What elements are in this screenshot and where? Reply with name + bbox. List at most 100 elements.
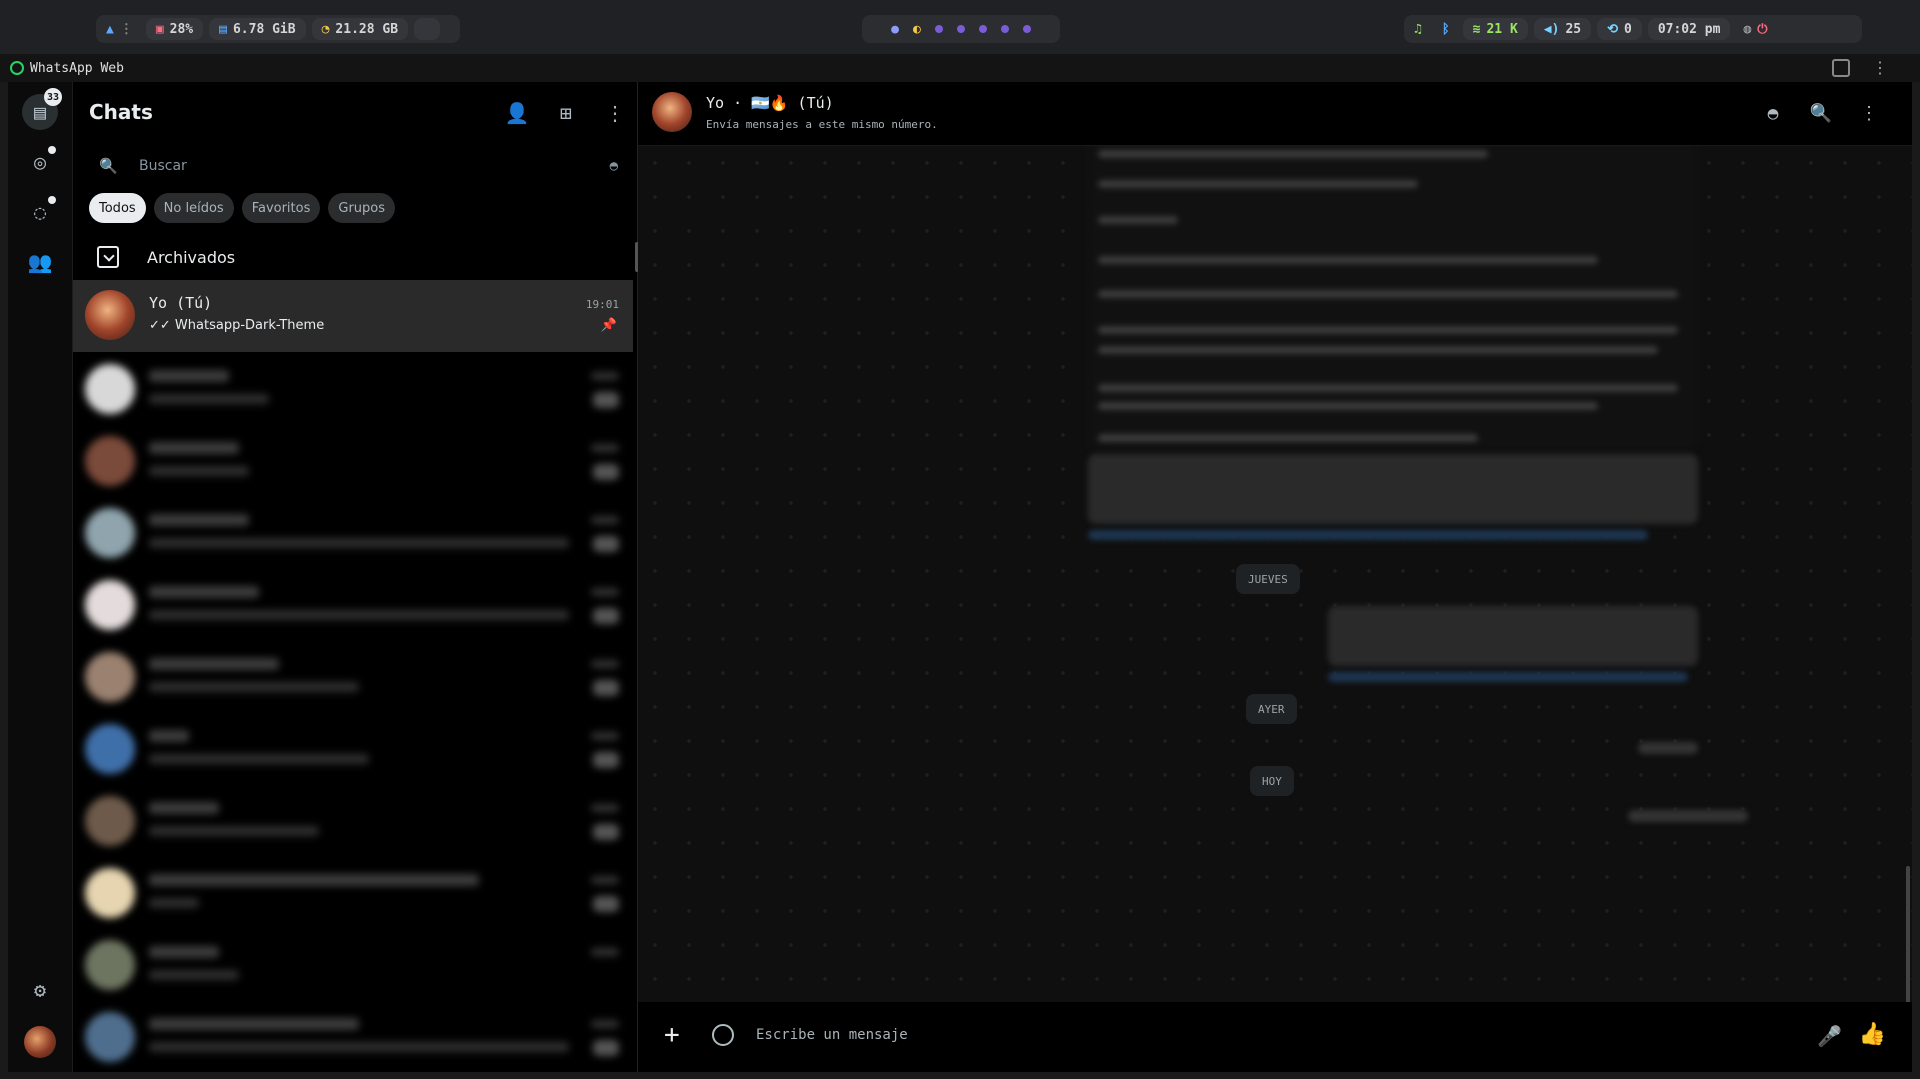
incognito-icon[interactable]: ◓ xyxy=(610,158,618,174)
list-item[interactable] xyxy=(73,786,633,858)
ram-indicator[interactable]: ▤ 6.78 GiB xyxy=(209,18,306,40)
disk-value: 21.28 GB xyxy=(335,21,399,37)
launcher-button[interactable]: ▲ ⋮ xyxy=(96,15,143,43)
chats-nav-button[interactable]: ▤ 33 xyxy=(22,88,62,130)
music-button[interactable]: ♫ xyxy=(1404,15,1432,43)
menu-icon[interactable]: ⋮ xyxy=(1856,100,1882,126)
new-chat-icon[interactable]: 👤 xyxy=(504,100,530,126)
archived-row[interactable]: Archivados xyxy=(73,232,637,282)
message-bubble xyxy=(1638,742,1698,754)
chat-time: 19:01 xyxy=(585,298,619,311)
wifi-icon: ≋ xyxy=(1472,21,1481,37)
list-item[interactable] xyxy=(73,930,633,1002)
list-item[interactable] xyxy=(73,642,633,714)
message-bubble xyxy=(1628,810,1748,822)
new-group-icon[interactable]: ⊞ xyxy=(553,100,579,126)
updates-value: 0 xyxy=(1624,21,1632,37)
list-item[interactable] xyxy=(73,714,633,786)
list-item[interactable] xyxy=(73,570,633,642)
search-bar[interactable]: 🔍 Buscar ◓ xyxy=(89,148,624,184)
workspace-dot[interactable] xyxy=(1022,25,1031,33)
channels-nav-button[interactable]: ◌ xyxy=(22,194,58,230)
filter-todos[interactable]: Todos xyxy=(89,193,146,223)
list-item[interactable] xyxy=(73,498,633,570)
sync-icon: ⟲ xyxy=(1607,21,1618,37)
list-item[interactable] xyxy=(73,354,633,426)
filter-chips: Todos No leídos Favoritos Grupos xyxy=(89,193,396,223)
message-input[interactable]: Escribe un mensaje xyxy=(756,1027,908,1043)
date-divider: AYER xyxy=(1246,694,1297,724)
search-placeholder: Buscar xyxy=(139,158,187,174)
chat-row-self[interactable]: Yo (Tú) ✓✓ Whatsapp-Dark-Theme 19:01 📌 xyxy=(73,280,633,352)
contact-avatar[interactable] xyxy=(652,92,692,132)
date-divider: JUEVES xyxy=(1236,564,1300,594)
cpu-indicator[interactable]: ▣ 28% xyxy=(145,18,204,40)
status-icon: ◎ xyxy=(33,150,47,174)
message-composer: + Escribe un mensaje 🎤 👍 xyxy=(638,1002,1912,1072)
clock-value: 07:02 pm xyxy=(1657,21,1721,37)
mic-icon[interactable]: 🎤 xyxy=(1817,1024,1842,1048)
messages-scrollbar[interactable] xyxy=(1906,866,1910,1002)
status-tray: ♫ ᛒ ≋ 21 K ◀) 25 ⟲ 0 07:02 pm ◍ ⏻ xyxy=(1404,15,1862,43)
archive-icon xyxy=(97,246,119,268)
workspaces: ● ◐ xyxy=(862,15,1060,43)
incognito-icon[interactable]: ◓ xyxy=(1760,100,1786,126)
clock[interactable]: 07:02 pm xyxy=(1647,18,1731,40)
disk-indicator[interactable]: ◔ 21.28 GB xyxy=(311,18,409,40)
pin-icon: 📌 xyxy=(600,318,617,333)
attach-button[interactable]: + xyxy=(664,1022,680,1048)
link-preview-bubble xyxy=(1328,606,1698,666)
search-icon[interactable]: 🔍 xyxy=(1808,100,1834,126)
archived-label: Archivados xyxy=(147,247,236,267)
headset-icon: ◍ xyxy=(1743,21,1752,37)
communities-nav-button[interactable]: 👥 xyxy=(22,244,58,280)
chat-list-header: Chats 👤 ⊞ ⋮ xyxy=(73,82,637,142)
chats-icon: ▤ xyxy=(33,100,47,124)
profile-avatar[interactable] xyxy=(24,1026,56,1058)
search-icon: 🔍 xyxy=(99,157,118,175)
nav-rail: ▤ 33 ◎ ◌ 👥 ⚙ xyxy=(8,82,73,1072)
bluetooth-button[interactable]: ᛒ xyxy=(1432,15,1460,43)
updates-indicator[interactable]: ⟲ 0 xyxy=(1597,18,1642,40)
filter-no-leidos[interactable]: No leídos xyxy=(153,193,234,223)
workspace-dot[interactable] xyxy=(978,25,987,33)
bluetooth-icon: ᛒ xyxy=(1441,21,1450,37)
disk-icon: ◔ xyxy=(321,21,330,37)
contact-name: Yo · 🇦🇷🔥 (Tú) xyxy=(706,94,834,112)
ghost-icon[interactable]: ● xyxy=(891,22,899,37)
power-icon: ⏻ xyxy=(1757,21,1768,37)
message-bubble xyxy=(1088,146,1698,450)
unread-badge: 33 xyxy=(43,88,62,106)
list-item[interactable] xyxy=(73,858,633,930)
music-icon: ♫ xyxy=(1414,21,1422,37)
filter-grupos[interactable]: Grupos xyxy=(328,193,396,223)
status-nav-button[interactable]: ◎ xyxy=(22,144,58,180)
menu-icon[interactable]: ⋮ xyxy=(602,100,628,126)
extension-icon[interactable] xyxy=(1832,59,1850,77)
browser-menu-icon[interactable]: ⋮ xyxy=(1872,58,1888,77)
conversation-header[interactable]: Yo · 🇦🇷🔥 (Tú) Envía mensajes a este mism… xyxy=(638,82,1912,146)
power-tray[interactable]: ◍ ⏻ xyxy=(1733,15,1777,43)
contact-subtitle: Envía mensajes a este mismo número. xyxy=(706,118,938,131)
arch-logo-icon: ▲ xyxy=(106,21,114,37)
settings-nav-button[interactable]: ⚙ xyxy=(22,972,58,1008)
whatsapp-app: ▤ 33 ◎ ◌ 👥 ⚙ Chats 👤 ⊞ ⋮ 🔍 Buscar ◓ Todo… xyxy=(8,82,1912,1072)
settings-icon: ⚙ xyxy=(33,978,47,1002)
thumbs-up-icon[interactable]: 👍 xyxy=(1859,1022,1886,1047)
browser-title: WhatsApp Web xyxy=(30,60,124,76)
wifi-indicator[interactable]: ≋ 21 K xyxy=(1462,18,1528,40)
ram-icon: ▤ xyxy=(219,21,227,37)
workspace-dot[interactable] xyxy=(956,25,965,33)
chats-title: Chats xyxy=(89,100,153,124)
pacman-icon[interactable]: ◐ xyxy=(913,22,921,37)
channels-icon: ◌ xyxy=(33,200,47,224)
volume-indicator[interactable]: ◀) 25 xyxy=(1533,18,1592,40)
workspace-dot[interactable] xyxy=(1000,25,1009,33)
workspace-dot[interactable] xyxy=(934,25,943,33)
message-area[interactable]: JUEVES AYER HOY xyxy=(638,146,1912,1002)
avatar xyxy=(85,290,135,340)
list-item[interactable] xyxy=(73,426,633,498)
list-item[interactable] xyxy=(73,1002,633,1074)
sticker-icon[interactable] xyxy=(712,1024,734,1046)
filter-favoritos[interactable]: Favoritos xyxy=(241,193,321,223)
